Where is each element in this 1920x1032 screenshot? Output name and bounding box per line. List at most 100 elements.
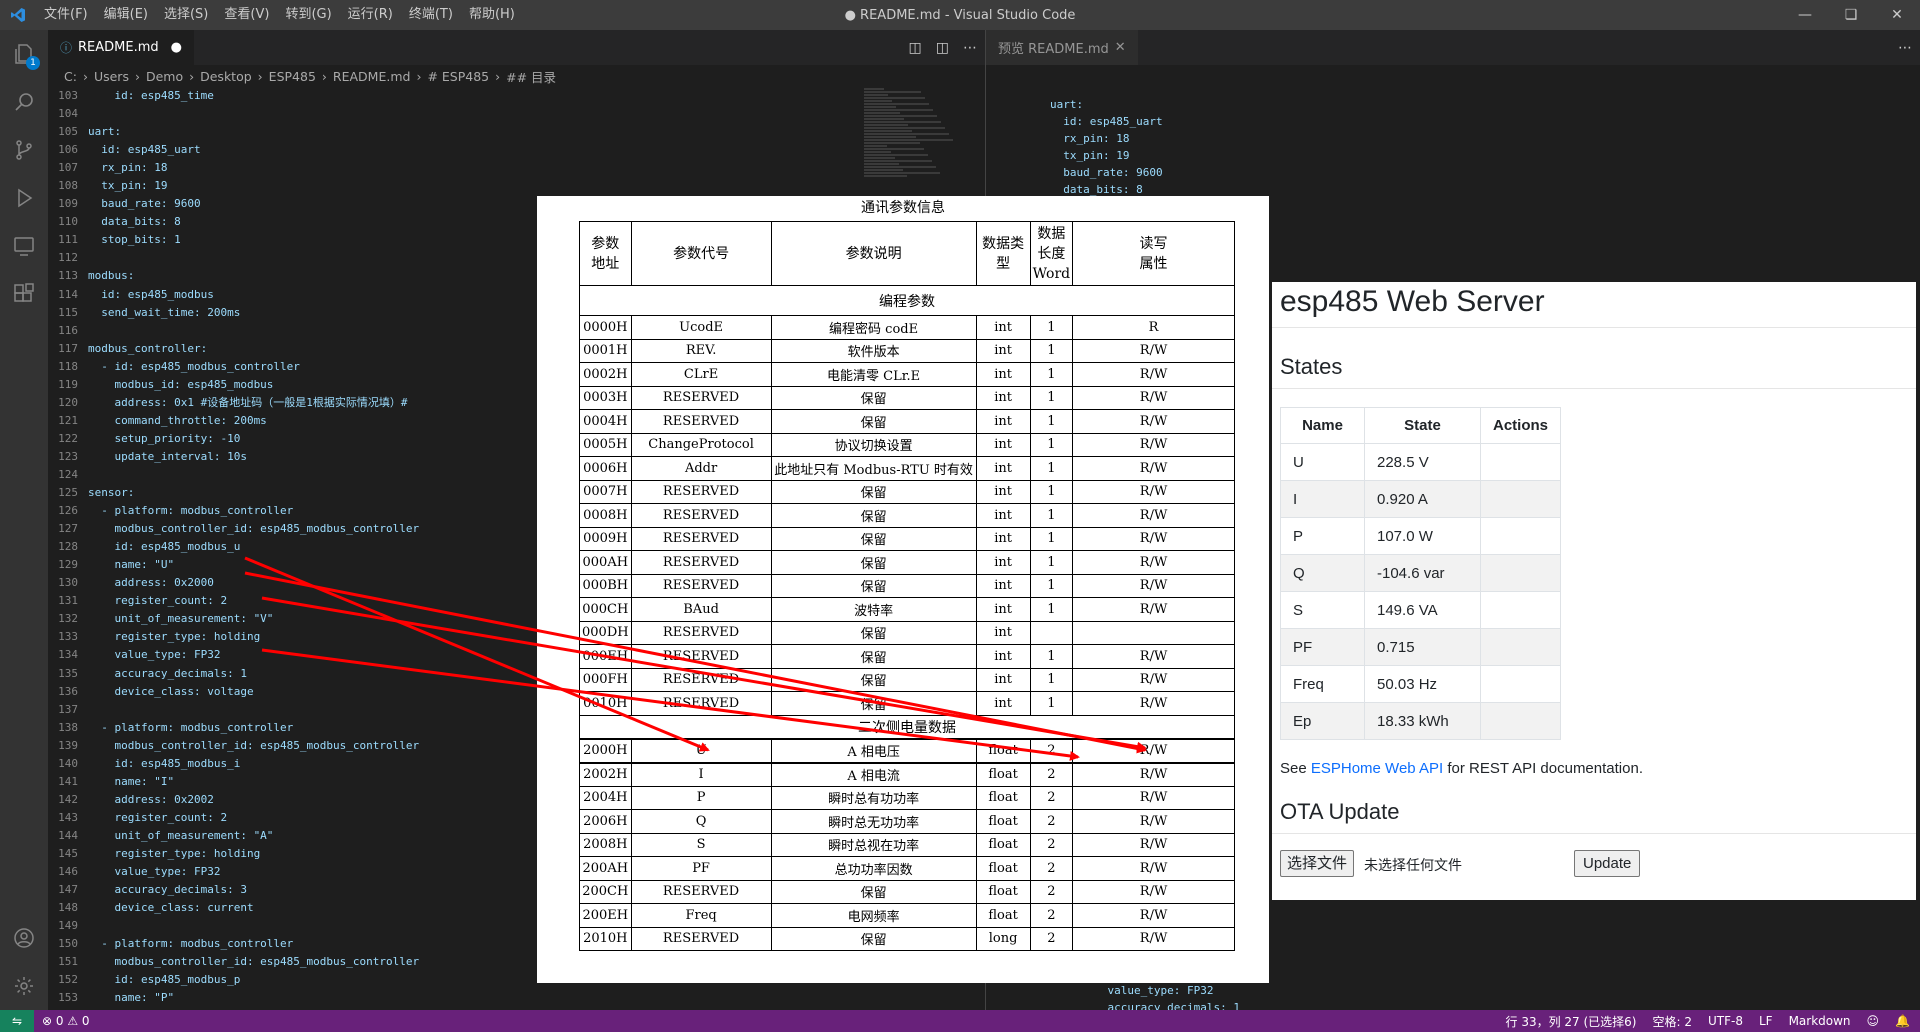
menu-item[interactable]: 终端(T) bbox=[401, 0, 461, 30]
open-preview-icon[interactable]: ◫ bbox=[909, 40, 922, 56]
breadcrumb-item[interactable]: Users bbox=[94, 69, 129, 84]
minimize-button[interactable]: — bbox=[1782, 0, 1828, 30]
table-cell: 协议切换设置 bbox=[770, 432, 977, 457]
language-mode[interactable]: Markdown bbox=[1789, 1014, 1851, 1028]
breadcrumb-item[interactable]: # ESP485 bbox=[427, 69, 489, 84]
table-cell: 2010H bbox=[579, 926, 632, 951]
table-cell: int bbox=[975, 526, 1031, 551]
table-cell: 000EH bbox=[579, 644, 632, 669]
notifications-bell-icon[interactable]: 🔔 bbox=[1895, 1014, 1910, 1028]
table-header-cell: 参数 地址 bbox=[579, 221, 632, 286]
table-cell: 2 bbox=[1029, 832, 1074, 857]
more-actions-icon[interactable]: ⋯ bbox=[1898, 40, 1912, 56]
remote-indicator-icon[interactable]: ⇋ bbox=[0, 1010, 34, 1032]
tab-readme[interactable]: ⓘ README.md ● bbox=[48, 30, 194, 65]
table-cell: 2 bbox=[1029, 879, 1074, 904]
line-number: 148 bbox=[58, 901, 78, 915]
close-tab-icon[interactable]: ✕ bbox=[1115, 40, 1126, 55]
explorer-icon[interactable]: 1 bbox=[0, 30, 48, 78]
table-cell: 1 bbox=[1029, 385, 1074, 410]
encoding[interactable]: UTF-8 bbox=[1708, 1014, 1743, 1028]
state-actions bbox=[1479, 702, 1562, 740]
line-text: baud_rate: 9600 bbox=[88, 197, 201, 211]
table-cell: R/W bbox=[1072, 879, 1235, 904]
menu-item[interactable]: 选择(S) bbox=[156, 0, 216, 30]
table-row: 200AH PF 总功功率因数 float 2 R/W bbox=[579, 856, 1235, 881]
breadcrumb-item[interactable]: ESP485 bbox=[269, 69, 316, 84]
split-editor-icon[interactable]: ◫ bbox=[936, 40, 949, 56]
esphome-web-api-link[interactable]: ESPHome Web API bbox=[1311, 760, 1443, 777]
source-control-icon[interactable] bbox=[0, 126, 48, 174]
settings-gear-icon[interactable] bbox=[0, 962, 48, 1010]
table-cell: 0008H bbox=[579, 503, 632, 528]
table-row: 2010H RESERVED 保留 long 2 R/W bbox=[579, 926, 1235, 951]
line-text: send_wait_time: 200ms bbox=[88, 305, 241, 319]
line-number: 144 bbox=[58, 828, 78, 842]
table-row: 0005H ChangeProtocol 协议切换设置 int 1 R/W bbox=[579, 432, 1235, 457]
chevron-right-icon: › bbox=[321, 68, 327, 84]
line-text: sensor: bbox=[88, 486, 135, 500]
menu-item[interactable]: 查看(V) bbox=[216, 0, 277, 30]
indentation[interactable]: 空格: 2 bbox=[1652, 1013, 1692, 1030]
search-icon[interactable] bbox=[0, 78, 48, 126]
table-cell: float bbox=[975, 879, 1031, 904]
breadcrumb-item[interactable]: ## 目录 bbox=[506, 67, 556, 86]
choose-file-button[interactable]: 选择文件 bbox=[1280, 850, 1355, 877]
table-cell: 保留 bbox=[770, 409, 977, 434]
line-number: 139 bbox=[58, 738, 78, 752]
state-name: Freq bbox=[1280, 665, 1365, 703]
table-cell: 1 bbox=[1029, 573, 1074, 598]
end-of-line[interactable]: LF bbox=[1759, 1014, 1773, 1028]
breadcrumb-item[interactable]: Desktop bbox=[200, 69, 252, 84]
line-number: 134 bbox=[58, 648, 78, 662]
state-name: S bbox=[1280, 591, 1365, 629]
minimap-line bbox=[864, 139, 953, 141]
line-text: address: 0x1 #设备地址码（一般是1根据实际情况填）# bbox=[88, 395, 408, 409]
code-line: 103 id: esp485_time bbox=[48, 87, 985, 105]
menu-item[interactable]: 编辑(E) bbox=[96, 0, 156, 30]
run-debug-icon[interactable] bbox=[0, 174, 48, 222]
menu-item[interactable]: 帮助(H) bbox=[461, 0, 523, 30]
table-row: 0010H RESERVED 保留 int 1 R/W bbox=[579, 691, 1235, 716]
line-text: id: esp485_modbus_i bbox=[88, 756, 241, 770]
problems-count[interactable]: ⊗ 0 ⚠ 0 bbox=[42, 1014, 90, 1028]
menu-item[interactable]: 转到(G) bbox=[277, 0, 339, 30]
table-cell: R/W bbox=[1072, 926, 1235, 951]
line-number: 142 bbox=[58, 792, 78, 806]
minimap-line bbox=[864, 106, 896, 108]
table-cell: 0009H bbox=[579, 526, 632, 551]
table-cell: 保留 bbox=[770, 503, 977, 528]
markdown-info-icon: ⓘ bbox=[60, 41, 73, 55]
line-number: 106 bbox=[58, 143, 78, 157]
cursor-position[interactable]: 行 33，列 27 (已选择6) bbox=[1506, 1013, 1637, 1030]
tab-preview[interactable]: 预览 README.md ✕ bbox=[986, 30, 1138, 65]
account-icon[interactable] bbox=[0, 914, 48, 962]
line-number: 150 bbox=[58, 937, 78, 951]
table-cell: 0002H bbox=[579, 362, 632, 387]
breadcrumb-item[interactable]: README.md bbox=[333, 69, 411, 84]
minimap-line bbox=[864, 94, 888, 96]
menu-bar: 文件(F) 编辑(E) 选择(S) 查看(V) 转到(G) 运行(R) 终端(T) 帮助(H) bbox=[36, 0, 523, 30]
menu-item[interactable]: 运行(R) bbox=[340, 0, 401, 30]
line-text: id: esp485_time bbox=[88, 89, 214, 102]
table-row: 200EH Freq 电网频率 float 2 R/W bbox=[579, 903, 1235, 928]
breadcrumb-item[interactable]: C: bbox=[64, 69, 77, 84]
api-suffix: for REST API documentation. bbox=[1443, 760, 1643, 777]
line-number: 121 bbox=[58, 413, 78, 427]
menu-item[interactable]: 文件(F) bbox=[36, 0, 96, 30]
extensions-icon[interactable] bbox=[0, 270, 48, 318]
state-actions bbox=[1479, 443, 1562, 481]
line-number: 136 bbox=[58, 684, 78, 698]
feedback-icon[interactable]: ☺ bbox=[1867, 1014, 1880, 1028]
update-button[interactable]: Update bbox=[1574, 850, 1641, 877]
table-cell: 保留 bbox=[770, 526, 977, 551]
table-row: 000EH RESERVED 保留 int 1 R/W bbox=[579, 644, 1235, 669]
close-button[interactable]: ✕ bbox=[1874, 0, 1920, 30]
state-actions bbox=[1479, 591, 1562, 629]
line-number: 128 bbox=[58, 540, 78, 554]
maximize-button[interactable]: ❏ bbox=[1828, 0, 1874, 30]
unsaved-dot-icon[interactable]: ● bbox=[171, 40, 182, 55]
more-actions-icon[interactable]: ⋯ bbox=[963, 40, 977, 56]
remote-explorer-icon[interactable] bbox=[0, 222, 48, 270]
breadcrumb-item[interactable]: Demo bbox=[146, 69, 183, 84]
